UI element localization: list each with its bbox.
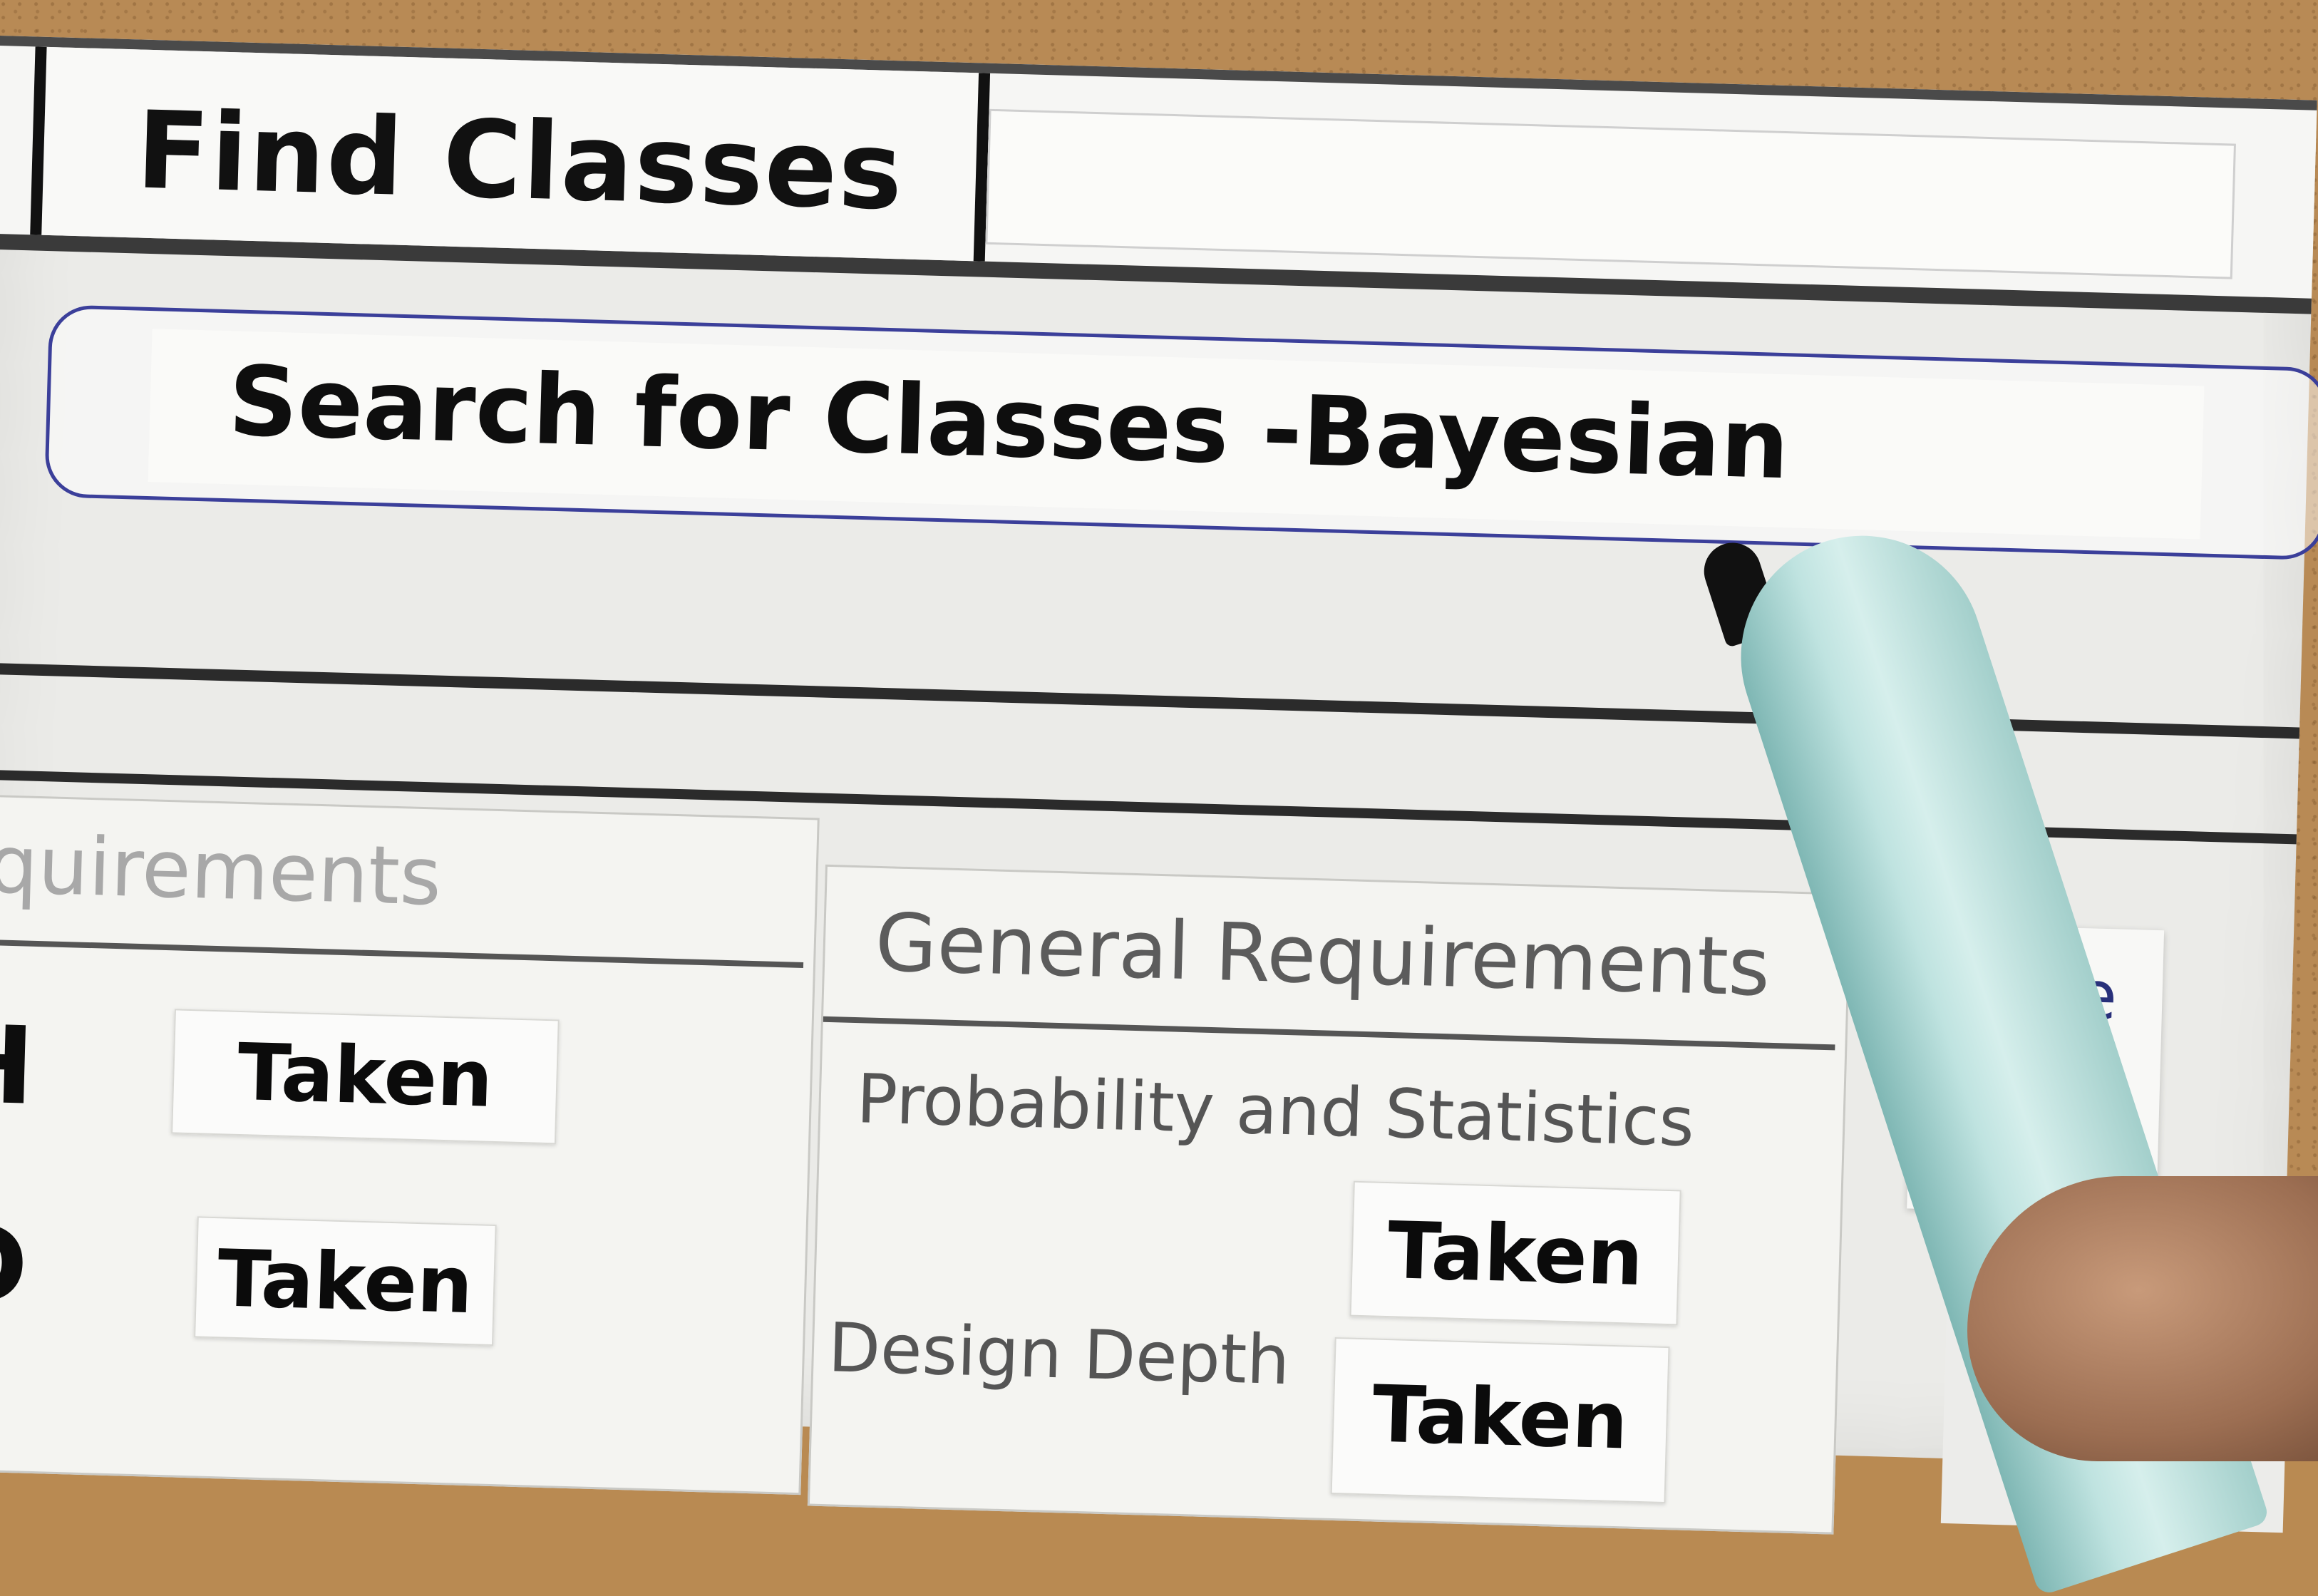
panel-title: or Requirements xyxy=(0,813,443,924)
requirement-label: H xyxy=(0,1002,36,1129)
taken-label: Taken xyxy=(236,1026,495,1125)
taken-label: Taken xyxy=(1386,1205,1644,1304)
search-input[interactable]: Search for Classes -Bayesian xyxy=(43,304,2318,561)
general-requirements-panel: General Requirements Probability and Sta… xyxy=(807,864,1852,1535)
hand xyxy=(1967,1176,2318,1461)
tab-find-classes[interactable]: Find Classes xyxy=(30,46,991,262)
taken-label: Taken xyxy=(216,1232,475,1332)
taken-chip[interactable]: Taken xyxy=(194,1216,497,1347)
requirement-label: Probability and Statistics xyxy=(855,1060,1696,1162)
taken-chip[interactable]: Taken xyxy=(171,1009,560,1145)
requirement-label: Design Depth xyxy=(827,1309,1291,1401)
major-requirements-panel: or Requirements H Taken D Taken xyxy=(0,794,820,1495)
panel-title: General Requirements xyxy=(874,896,1771,1014)
taken-chip[interactable]: Taken xyxy=(1330,1337,1670,1504)
taken-label: Taken xyxy=(1371,1368,1629,1467)
panel-rule xyxy=(823,1016,1835,1051)
tab-label: Find Classes xyxy=(135,88,906,235)
requirement-label: D xyxy=(0,1202,30,1329)
panel-rule xyxy=(0,939,804,968)
tab-empty-area xyxy=(985,108,2236,279)
taken-chip[interactable]: Taken xyxy=(1349,1180,1681,1326)
